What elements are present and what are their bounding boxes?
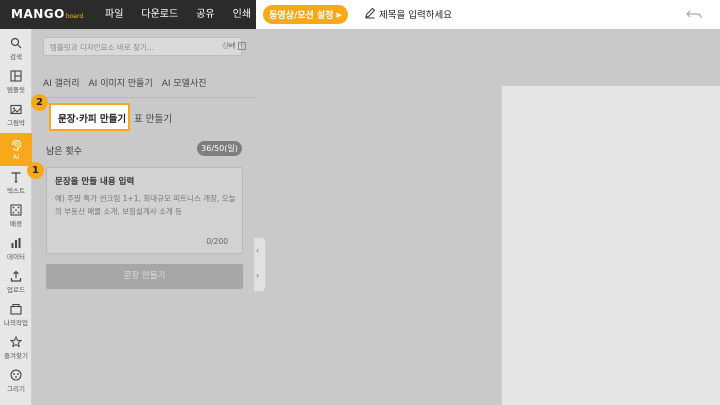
ai-tabs: AI 갤러리 AI 이미지 만들기 AI 모델사진: [43, 76, 207, 89]
panel-collapse-handle[interactable]: ‹ ›: [254, 237, 266, 292]
design-page[interactable]: [502, 86, 720, 405]
image-icon: [10, 104, 22, 114]
char-count: 0/200: [206, 237, 228, 246]
sidebar-item-upload[interactable]: 업로드: [0, 265, 32, 298]
sidebar-item-favorites[interactable]: 즐겨찾기: [0, 331, 32, 364]
folder-icon: [10, 303, 22, 315]
divider: [32, 97, 256, 98]
sidebar-item-ai[interactable]: AI: [0, 133, 32, 166]
sentence-input-box[interactable]: 문장을 만들 내용 입력 예) 주말 특가 썬크림 1+1, 최대규모 피트니스…: [46, 167, 243, 254]
play-arrow-icon: ▶: [336, 10, 342, 19]
plus-box-icon: +: [237, 41, 246, 50]
mangoboard-logo[interactable]: MANGO board: [11, 7, 83, 21]
background-icon: [10, 203, 22, 216]
sidebar-item-search[interactable]: 검색: [0, 32, 32, 65]
step-marker-1: 1: [27, 162, 44, 179]
video-motion-settings-button[interactable]: 동영상/모션 설정 ▶: [263, 5, 348, 24]
sidebar-item-label: 즐겨찾기: [4, 351, 28, 360]
sidebar-item-label: 검색: [10, 52, 22, 61]
tab-ai-gallery[interactable]: AI 갤러리: [43, 76, 80, 89]
star-icon: [10, 335, 22, 348]
sidebar-item-label: 템플릿: [7, 85, 25, 94]
detail-label: 상세: [222, 41, 236, 50]
sidebar-item-label: 업로드: [7, 285, 25, 294]
text-icon: [11, 171, 21, 182]
input-title: 문장을 만들 내용 입력: [55, 177, 135, 187]
search-placeholder: 템플릿과 디자인요소 바로 찾기...: [50, 43, 155, 52]
sidebar-item-label: AI: [12, 152, 20, 161]
left-icon-bar: 검색 템플릿 그림박 AI 텍스트 배경 데이터 업로드 나의작업 즐겨찾기 그…: [0, 29, 32, 405]
sidebar-item-data[interactable]: 데이터: [0, 232, 32, 265]
sidebar-item-draw[interactable]: 그리기: [0, 364, 32, 397]
sidebar-item-background[interactable]: 배경: [0, 199, 32, 232]
search-icon: [10, 37, 22, 48]
chevron-right-icon: ›: [256, 271, 260, 280]
detail-search-button[interactable]: 상세 +: [222, 40, 246, 51]
menu-file[interactable]: 파일: [96, 0, 132, 29]
logo-sub-text: board: [65, 13, 84, 20]
sidebar-item-my-work[interactable]: 나의작업: [0, 298, 32, 331]
menu-share[interactable]: 공유: [187, 0, 223, 29]
tab-ai-model-photo[interactable]: AI 모델사진: [162, 76, 207, 89]
ai-panel: 템플릿과 디자인요소 바로 찾기... ↩ 상세 + AI 갤러리 AI 이미지…: [32, 29, 256, 405]
logo-text: MANGO: [11, 7, 65, 21]
sidebar-item-label: 텍스트: [7, 186, 25, 195]
sidebar-item-label: 그리기: [7, 384, 25, 393]
tab-ai-image[interactable]: AI 이미지 만들기: [89, 76, 153, 89]
menu-download[interactable]: 다운로드: [132, 0, 187, 29]
input-placeholder: 예) 주말 특가 썬크림 1+1, 최대규모 피트니스 개장, 오늘의 부동산 …: [55, 194, 236, 216]
ai-icon: [11, 139, 22, 151]
sidebar-item-label: 나의작업: [4, 318, 28, 327]
sidebar-item-template[interactable]: 템플릿: [0, 65, 32, 98]
remaining-count-label: 남은 횟수: [46, 147, 82, 157]
remaining-count-badge: 36/50(일): [197, 141, 242, 156]
step-marker-2: 2: [31, 94, 48, 111]
sidebar-item-label: 그림박: [7, 118, 25, 127]
template-search-input[interactable]: 템플릿과 디자인요소 바로 찾기... ↩: [43, 37, 242, 56]
document-title-input[interactable]: 제목을 입력하세요: [379, 7, 452, 21]
template-icon: [10, 69, 22, 82]
sidebar-item-label: 데이터: [7, 252, 25, 261]
sidebar-item-image[interactable]: 그림박: [0, 98, 32, 131]
pencil-icon: [365, 7, 376, 19]
upload-icon: [10, 270, 22, 282]
draw-icon: [10, 368, 22, 381]
chart-icon: [11, 237, 21, 248]
undo-icon[interactable]: [686, 7, 702, 21]
menu-print[interactable]: 인쇄: [224, 0, 260, 29]
chevron-left-icon: ‹: [256, 246, 260, 255]
top-menu: 파일 다운로드 공유 인쇄: [96, 0, 260, 29]
subtab-sentence-copy[interactable]: 문장·카피 만들기: [58, 111, 126, 125]
generate-sentence-button[interactable]: 문장 만들기: [46, 264, 243, 289]
subtab-table[interactable]: 표 만들기: [134, 111, 172, 125]
sidebar-item-label: 배경: [10, 219, 22, 228]
video-motion-settings-label: 동영상/모션 설정: [269, 11, 334, 21]
